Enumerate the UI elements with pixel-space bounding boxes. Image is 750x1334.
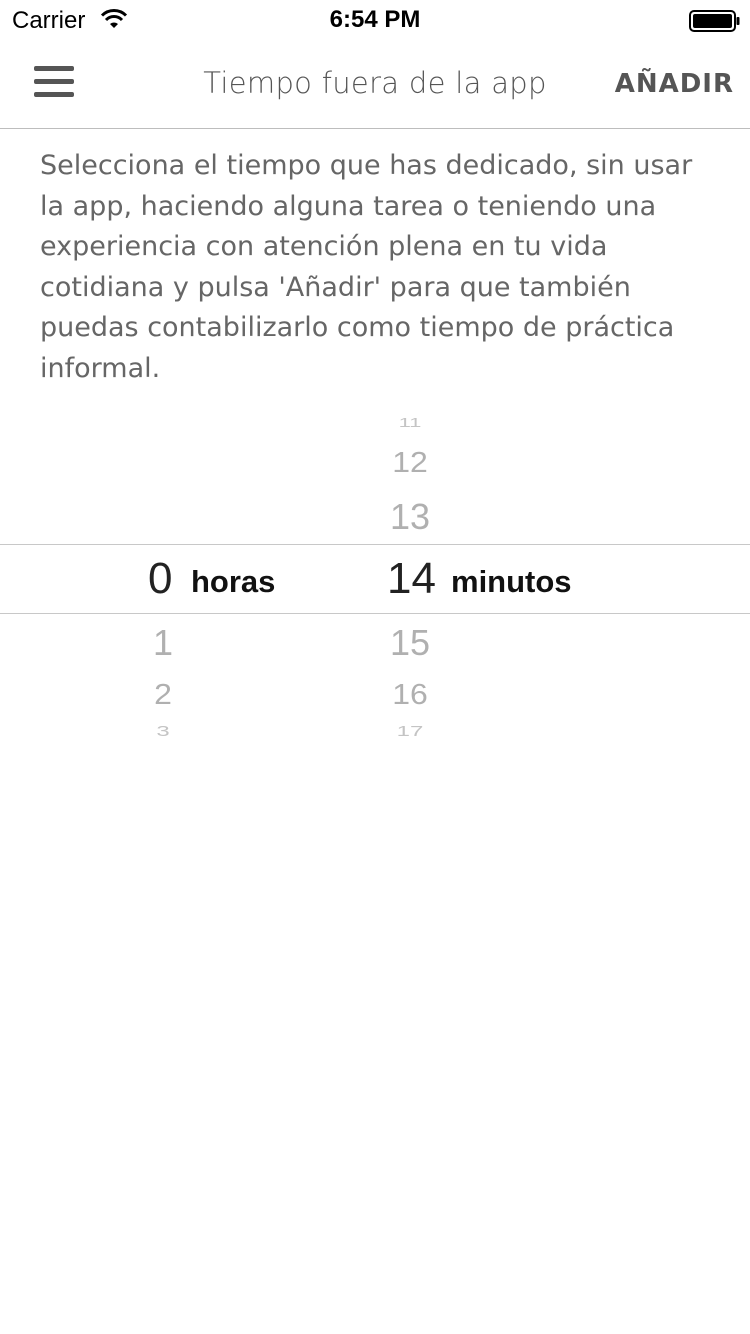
minutes-option[interactable]: 17 xyxy=(380,724,440,741)
status-time: 6:54 PM xyxy=(329,6,421,33)
page-title: Tiempo fuera de la app xyxy=(203,66,547,100)
time-picker[interactable]: 11 12 13 0 horas 14 minutos 1 2 3 15 16 … xyxy=(0,400,750,756)
minutes-option[interactable]: 11 xyxy=(380,415,440,431)
hours-option[interactable]: 1 xyxy=(143,622,183,664)
hours-option[interactable]: 3 xyxy=(143,724,183,741)
add-button[interactable]: AÑADIR xyxy=(615,69,734,99)
hours-selected-value[interactable]: 0 xyxy=(148,554,172,604)
hamburger-menu-icon[interactable] xyxy=(34,66,74,98)
minutes-option[interactable]: 13 xyxy=(380,496,440,538)
status-bar: Carrier 6:54 PM xyxy=(0,0,750,40)
minutes-option[interactable]: 16 xyxy=(380,678,440,711)
picker-selection-top-line xyxy=(0,544,750,545)
minutes-unit-label: minutos xyxy=(451,564,572,599)
minutes-option[interactable]: 12 xyxy=(380,446,440,479)
minutes-option[interactable]: 15 xyxy=(380,622,440,664)
picker-selection-bottom-line xyxy=(0,613,750,614)
minutes-selected-value[interactable]: 14 xyxy=(387,554,436,604)
hours-option[interactable]: 2 xyxy=(143,678,183,711)
battery-icon xyxy=(689,10,740,32)
navigation-bar: Tiempo fuera de la app AÑADIR xyxy=(0,40,750,129)
instructions-text: Selecciona el tiempo que has dedicado, s… xyxy=(40,150,693,384)
hours-unit-label: horas xyxy=(191,564,276,599)
